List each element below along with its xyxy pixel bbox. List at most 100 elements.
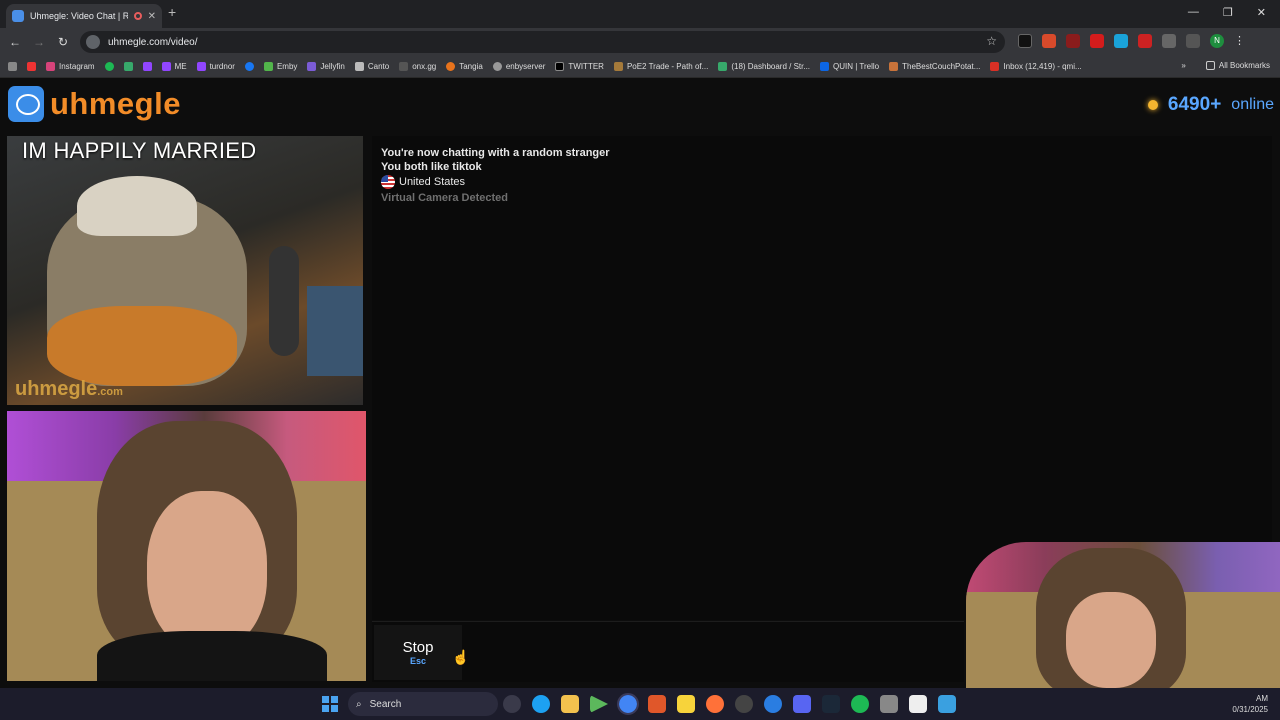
taskbar-search[interactable]: ⌕ Search <box>348 692 498 716</box>
app-blue-icon[interactable] <box>764 695 782 713</box>
twitch-icon <box>142 62 152 71</box>
all-bookmarks-button[interactable]: All Bookmarks <box>1205 61 1270 70</box>
extension-blue-icon[interactable] <box>1114 34 1128 48</box>
app-gray-icon[interactable] <box>880 695 898 713</box>
poe-icon <box>613 62 623 71</box>
chrome-icon[interactable] <box>617 693 639 715</box>
status-dot-icon <box>1147 100 1158 110</box>
site-info-icon[interactable] <box>86 35 100 49</box>
file-explorer-icon[interactable] <box>561 695 579 713</box>
bookmark-tangia[interactable]: Tangia <box>446 62 483 71</box>
bookmark-green[interactable] <box>123 62 133 71</box>
game-icon[interactable] <box>648 695 666 713</box>
search-icon: ⌕ <box>356 698 362 710</box>
site-logo[interactable]: uhmegle <box>8 86 181 122</box>
app-white-icon[interactable] <box>909 695 927 713</box>
twitch-icon <box>161 62 171 71</box>
site-favicon-icon <box>12 10 24 22</box>
guitar-body <box>47 306 237 386</box>
pip-face <box>1066 592 1156 688</box>
menu-dots-icon[interactable]: ⋮ <box>1234 34 1248 48</box>
bookmark-twitter[interactable]: TWITTER <box>555 62 604 71</box>
bookmarks-bar-right: » All Bookmarks <box>1181 61 1270 70</box>
extension-pin-icon[interactable] <box>1138 34 1152 48</box>
logo-text: uhmegle <box>50 86 181 121</box>
sticky-notes-icon[interactable] <box>677 695 695 713</box>
trello-icon <box>820 62 830 71</box>
bookmark-dashboard[interactable]: (18) Dashboard / Str... <box>718 62 810 71</box>
address-bar[interactable]: uhmegle.com/video/ ☆ <box>80 31 1005 53</box>
system-clock[interactable]: AM 0/31/2025 <box>1232 693 1268 715</box>
bookmark-inbox[interactable]: Inbox (12,419) - qmi... <box>990 62 1082 71</box>
more-bookmarks-icon[interactable]: » <box>1181 61 1185 70</box>
firefox-icon[interactable] <box>706 695 724 713</box>
discord-icon[interactable] <box>793 695 811 713</box>
taskbar-app-icon[interactable] <box>503 695 521 713</box>
gmail-icon <box>990 62 1000 71</box>
online-indicator: 6490+ online <box>1147 94 1274 116</box>
bookmark-jellyfin[interactable]: Jellyfin <box>307 62 345 71</box>
bookmark-trello[interactable]: QUIN | Trello <box>820 62 879 71</box>
facebook-icon <box>244 62 254 71</box>
side-panel-icon[interactable] <box>1186 34 1200 48</box>
onx-icon <box>399 62 409 71</box>
tab-title: Uhmegle: Video Chat | Ran <box>30 11 128 21</box>
page-content: uhmegle 6490+ online IM HAPPILY MARRIED … <box>0 78 1280 688</box>
couchpotato-icon <box>889 62 899 71</box>
us-flag-icon <box>381 175 395 189</box>
tangia-icon <box>446 62 456 71</box>
self-shirt <box>97 631 327 681</box>
steam-icon[interactable] <box>822 695 840 713</box>
reload-icon[interactable]: ↻ <box>51 35 75 49</box>
extension-icons: N ⋮ <box>1018 34 1248 48</box>
extension-fox-icon[interactable] <box>1042 34 1056 48</box>
windows-start-icon[interactable] <box>322 696 338 712</box>
canto-icon <box>354 62 364 71</box>
emby-icon <box>263 62 273 71</box>
spotify-icon[interactable] <box>851 695 869 713</box>
bookmark-enbyserver[interactable]: enbyserver <box>492 62 545 71</box>
bookmark-me[interactable]: ME <box>161 62 187 71</box>
chat-interest-line: You both like tiktok <box>381 161 482 173</box>
windows-taskbar: ⌕ Search AM 0/31/2025 <box>0 688 1280 720</box>
profile-avatar[interactable]: N <box>1210 34 1224 48</box>
minimize-icon[interactable]: — <box>1188 6 1199 19</box>
notepad-icon[interactable] <box>938 695 956 713</box>
virtual-camera-warning: Virtual Camera Detected <box>381 192 508 204</box>
play-icon[interactable] <box>590 695 608 713</box>
bookmark-youtube[interactable] <box>27 62 36 71</box>
bookmark-onx[interactable]: onx.gg <box>399 62 436 71</box>
obs-icon[interactable] <box>735 695 753 713</box>
bookmark-instagram[interactable]: Instagram <box>46 62 95 71</box>
close-window-icon[interactable]: ✕ <box>1257 6 1266 19</box>
edge-icon[interactable] <box>532 695 550 713</box>
bookmark-facebook[interactable] <box>244 62 254 71</box>
bookmark-emby[interactable]: Emby <box>263 62 297 71</box>
window-controls: — ❐ ✕ <box>1188 6 1266 19</box>
browser-tab-strip: Uhmegle: Video Chat | Ran ✕ + — ❐ ✕ <box>0 0 1280 28</box>
self-video <box>7 411 366 681</box>
back-icon[interactable]: ← <box>3 35 27 49</box>
bookmark-poe2[interactable]: PoE2 Trade - Path of... <box>613 62 708 71</box>
apps-grid-icon[interactable] <box>8 62 17 71</box>
extension-k-icon[interactable] <box>1018 34 1032 48</box>
bookmark-turdnor[interactable]: turdnor <box>196 62 235 71</box>
recording-icon <box>133 12 142 20</box>
maximize-icon[interactable]: ❐ <box>1223 6 1233 19</box>
browser-tab[interactable]: Uhmegle: Video Chat | Ran ✕ <box>6 4 162 28</box>
bookmark-star-icon[interactable]: ☆ <box>986 34 997 48</box>
forward-icon[interactable]: → <box>27 35 51 49</box>
jellyfin-icon <box>307 62 317 71</box>
close-tab-icon[interactable]: ✕ <box>148 11 156 22</box>
extension-red-icon[interactable] <box>1066 34 1080 48</box>
bookmark-couchpotato[interactable]: TheBestCouchPotat... <box>889 62 980 71</box>
new-tab-button[interactable]: + <box>168 4 176 20</box>
bookmark-twitch[interactable] <box>142 62 152 71</box>
dashboard-icon <box>718 62 728 71</box>
pip-camera-overlay <box>966 542 1280 688</box>
bookmark-spotify[interactable] <box>104 62 114 71</box>
stop-button[interactable]: Stop Esc <box>374 625 462 680</box>
bookmark-canto[interactable]: Canto <box>354 62 389 71</box>
extensions-puzzle-icon[interactable] <box>1162 34 1176 48</box>
extension-youtube-icon[interactable] <box>1090 34 1104 48</box>
